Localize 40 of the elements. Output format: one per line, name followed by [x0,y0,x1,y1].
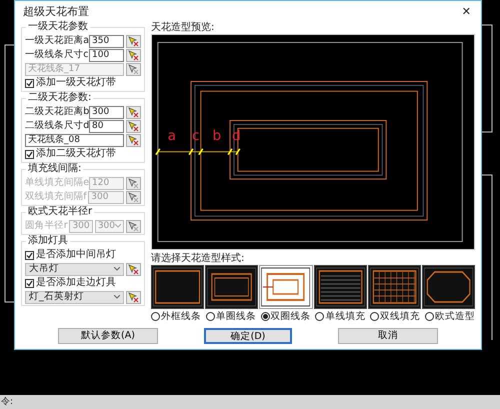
input-field[interactable]: 350 [89,34,124,48]
input-field[interactable]: 天花线条_08 [25,134,124,147]
field-label: 单线填充间隔e [25,177,87,189]
dropdown[interactable]: 大吊灯 [25,262,124,276]
checkbox-label: 添加一级天花灯带 [36,77,116,90]
group-title: 添加灯具 [26,234,70,247]
radio-label: 双圈线条 [270,310,311,322]
field-label: 二级线条尺寸d [25,120,87,132]
radio-label: 单圈线条 [216,310,256,322]
style-group-title: 请选择天花造型样式: [151,252,246,265]
field-label: 双线填充间隔f [25,191,86,203]
dimension-label: a [168,128,176,144]
dimension-label: c [192,128,200,144]
checkbox-label: 是否添加中间吊灯 [36,249,116,262]
window-title: 超级天花布置 [23,4,89,18]
input-field[interactable]: 300 [89,106,124,119]
close-button[interactable]: ✕ [462,4,471,18]
field-label: 一级线条尺寸c [25,49,87,61]
field-label: 一级天花距离a [25,35,87,47]
dialog-button[interactable]: 确定(D) [204,328,292,344]
field-label: 圆角半径r [25,220,68,232]
group-title: 二级天花参数: [26,92,94,104]
checkbox-label: 添加二级天花灯带 [36,148,116,160]
radio-label: 欧式造型 [434,310,475,322]
input-field[interactable]: 80 [89,120,124,133]
input-field[interactable]: 100 [89,48,124,62]
group-title: 欧式天花半径r [26,206,94,218]
group-title: 填充线间隔: [26,162,84,175]
radio-label: 双线填充 [380,310,420,322]
command-line: 令: [1,396,14,408]
field-label: 二级天花距离b [25,106,87,118]
radio-label: 外框线条 [161,310,201,322]
radio-label: 单线填充 [325,310,366,322]
group-title: 一级天花参数 [26,20,90,33]
dialog-button[interactable]: 取消 [338,328,438,344]
dimension-label: b [212,128,222,144]
dialog-button[interactable]: 默认参数(A) [58,328,158,344]
checkbox-label: 是否添加走边灯具 [36,277,116,290]
preview-title: 天花造型预览: [151,22,216,34]
dropdown[interactable]: 灯_石英射灯 [25,290,124,304]
